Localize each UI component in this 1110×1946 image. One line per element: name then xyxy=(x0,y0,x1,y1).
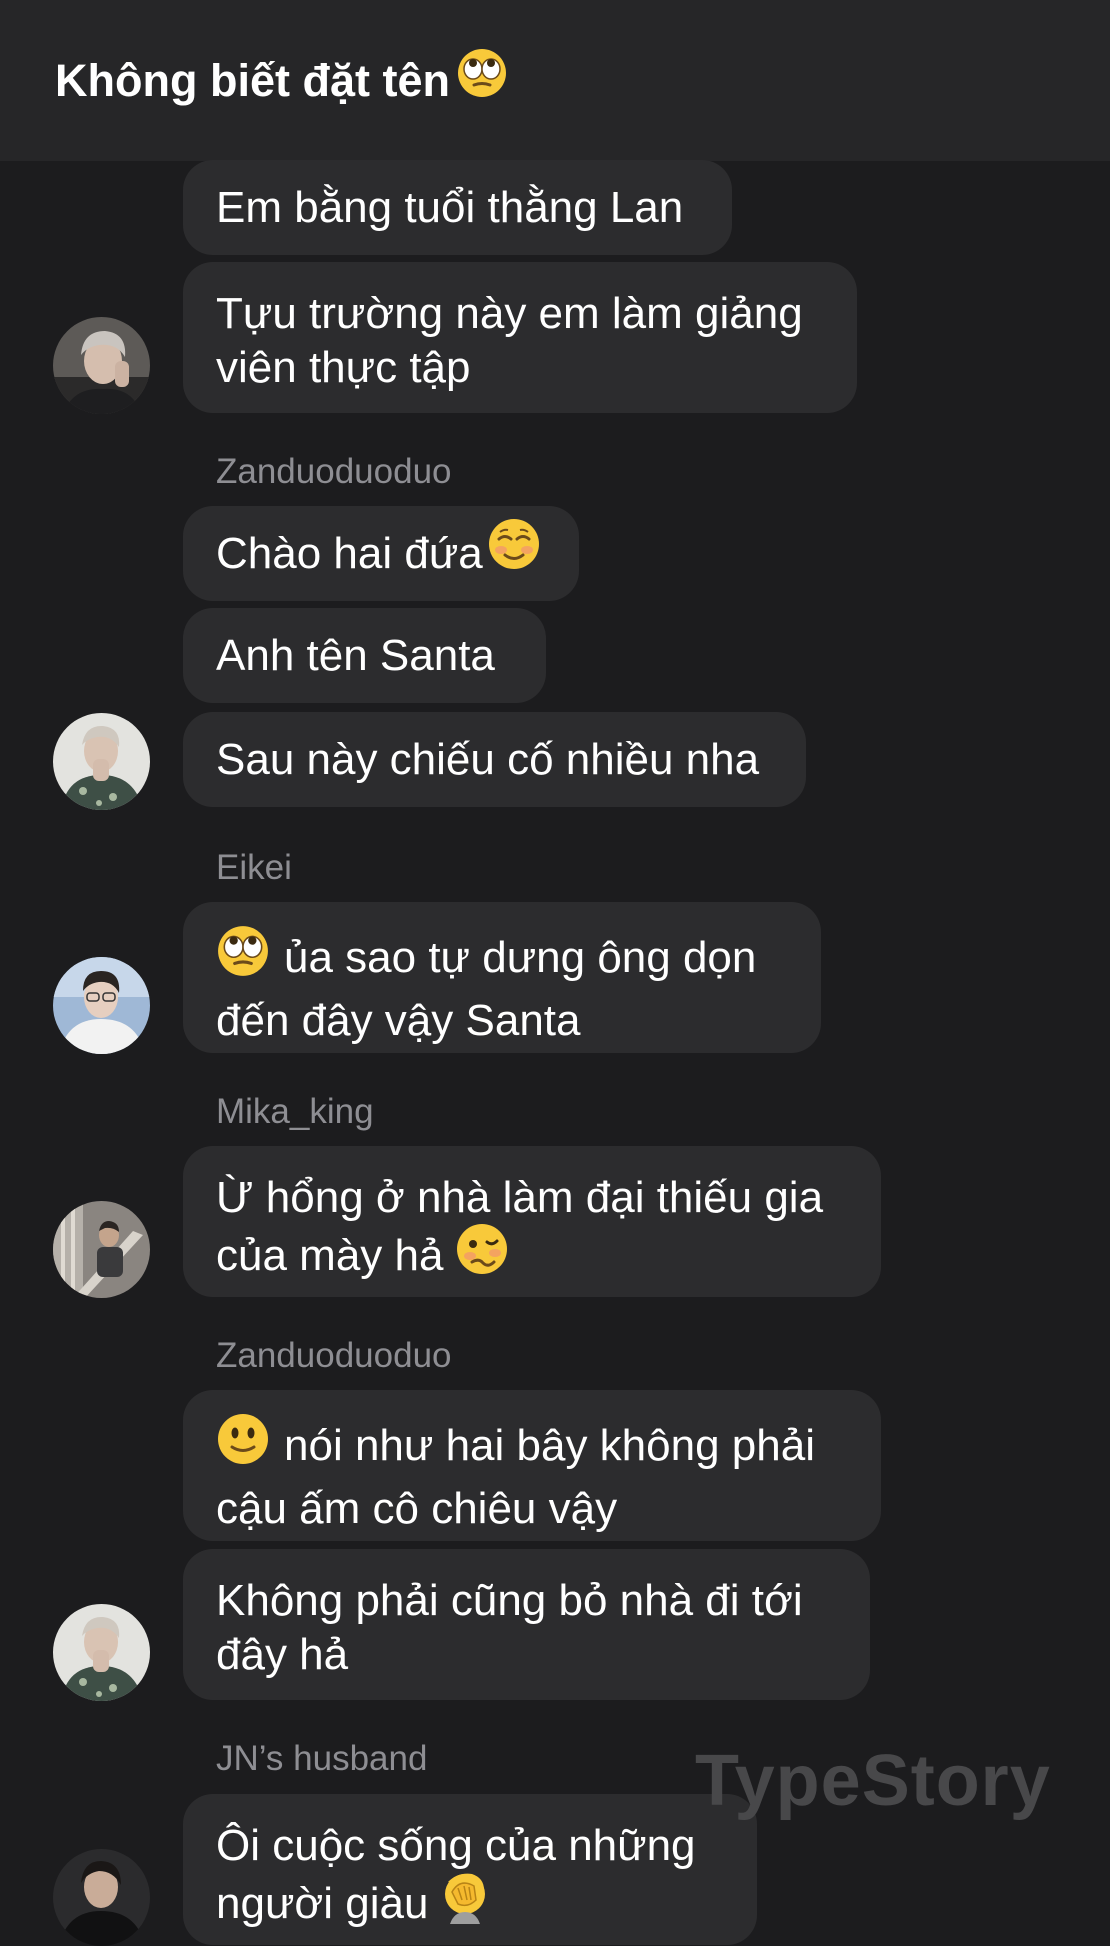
message-bubble[interactable]: Sau này chiếu cố nhiều nha xyxy=(183,712,806,807)
avatar[interactable] xyxy=(53,1849,150,1946)
avatar[interactable] xyxy=(53,1604,150,1701)
message-text-line: Tựu trường này em làm giảng xyxy=(216,289,803,338)
avatar[interactable] xyxy=(53,957,150,1054)
sender-name[interactable]: Zanduoduoduo xyxy=(216,452,452,492)
smiling-face-emoji-icon xyxy=(487,517,541,584)
sender-name[interactable]: Eikei xyxy=(216,848,292,888)
sender-name[interactable]: Zanduoduoduo xyxy=(216,1336,452,1376)
message-text: Sau này chiếu cố nhiều nha xyxy=(216,734,760,784)
chat-title-text: Không biết đặt tên xyxy=(55,55,450,106)
message-bubble[interactable]: ủa sao tự dưng ông dọn đến đây vậy Santa xyxy=(183,902,821,1053)
message-text: của mày hả xyxy=(216,1231,444,1281)
sender-name[interactable]: JN’s husband xyxy=(216,1739,427,1779)
eye-roll-emoji-icon xyxy=(456,47,508,115)
message-bubble[interactable]: nói như hai bây không phải cậu ấm cô chi… xyxy=(183,1390,881,1541)
message-bubble[interactable]: Chào hai đứa xyxy=(183,506,579,601)
message-text: Anh tên Santa xyxy=(216,630,495,680)
message-text-line: Không phải cũng bỏ nhà đi tới xyxy=(216,1576,803,1625)
message-text: nói như hai bây không phải xyxy=(284,1421,815,1471)
sender-name[interactable]: Mika_king xyxy=(216,1092,374,1132)
message-bubble[interactable]: Em bằng tuổi thằng Lan xyxy=(183,160,732,255)
message-bubble[interactable]: Ôi cuộc sống của những người giàu xyxy=(183,1794,757,1945)
message-text-line: nói như hai bây không phải xyxy=(216,1412,848,1482)
slight-smile-emoji-icon xyxy=(216,1412,270,1479)
message-text-line: đến đây vậy Santa xyxy=(216,996,581,1045)
avatar[interactable] xyxy=(53,317,150,414)
message-text-line: Ôi cuộc sống của những xyxy=(216,1821,696,1870)
message-text-line: của mày hả xyxy=(216,1222,848,1292)
facepalm-emoji-icon xyxy=(438,1870,492,1937)
chat-header: Không biết đặt tên xyxy=(0,0,1110,161)
woozy-face-emoji-icon xyxy=(455,1222,509,1289)
message-text: ủa sao tự dưng ông dọn xyxy=(284,933,757,983)
message-text-line: viên thực tập xyxy=(216,343,471,392)
message-text-line: cậu ấm cô chiêu vậy xyxy=(216,1484,618,1533)
watermark-logo: TypeStory xyxy=(695,1741,1051,1821)
message-bubble[interactable]: Tựu trường này em làm giảng viên thực tậ… xyxy=(183,262,857,413)
chat-title[interactable]: Không biết đặt tên xyxy=(55,47,508,118)
eye-roll-emoji-icon xyxy=(216,924,270,991)
message-bubble[interactable]: Không phải cũng bỏ nhà đi tới đây hả xyxy=(183,1549,870,1700)
message-text-line: ủa sao tự dưng ông dọn xyxy=(216,924,788,994)
message-text-line: đây hả xyxy=(216,1630,349,1679)
avatar[interactable] xyxy=(53,1201,150,1298)
message-text-line: người giàu xyxy=(216,1873,724,1940)
message-bubble[interactable]: Anh tên Santa xyxy=(183,608,546,703)
message-bubble[interactable]: Ừ hổng ở nhà làm đại thiếu gia của mày h… xyxy=(183,1146,881,1297)
avatar[interactable] xyxy=(53,713,150,810)
message-text-line: Ừ hổng ở nhà làm đại thiếu gia xyxy=(216,1173,824,1222)
message-text: Chào hai đứa xyxy=(216,528,483,578)
message-text: người giàu xyxy=(216,1879,429,1929)
message-text: Em bằng tuổi thằng Lan xyxy=(216,182,684,232)
